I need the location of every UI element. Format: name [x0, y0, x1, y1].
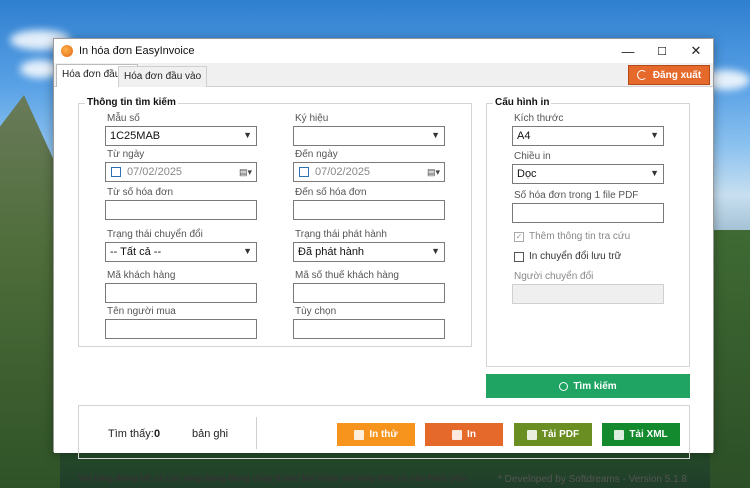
print-button[interactable]: In [425, 423, 503, 446]
paper-size-label: Kích thước [514, 113, 564, 124]
search-button-label: Tìm kiếm [573, 380, 617, 392]
from-date-checkbox[interactable] [111, 167, 121, 177]
from-date-value: 07/02/2025 [127, 166, 183, 178]
converter-input[interactable] [512, 284, 664, 304]
template-select[interactable]: 1C25MAB ▼ [105, 126, 257, 146]
maximize-button[interactable]: ☐ [645, 39, 679, 63]
app-logo-icon [61, 45, 73, 57]
orientation-value: Dọc [517, 168, 537, 180]
symbol-select[interactable]: ▼ [293, 126, 445, 146]
convert-status-select[interactable]: -- Tất cả -- ▼ [105, 242, 257, 262]
logout-button[interactable]: Đăng xuất [628, 65, 710, 85]
divider [256, 417, 257, 449]
window-title: In hóa đơn EasyInvoice [79, 45, 195, 57]
chevron-down-icon: ▼ [243, 246, 252, 256]
to-date-checkbox[interactable] [299, 167, 309, 177]
to-invoice-no-input[interactable] [293, 200, 445, 220]
orientation-select[interactable]: Dọc ▼ [512, 164, 664, 184]
found-unit: bản ghi [192, 428, 229, 440]
per-pdf-input[interactable] [512, 203, 664, 223]
xml-file-icon [614, 429, 625, 440]
title-bar: In hóa đơn EasyInvoice — ☐ ✕ [54, 39, 713, 63]
template-label: Mẫu số [107, 113, 140, 124]
search-button[interactable]: Tìm kiếm [486, 374, 690, 398]
pdf-file-icon [526, 429, 537, 440]
search-group-title: Thông tin tìm kiếm [85, 97, 178, 108]
close-button[interactable]: ✕ [679, 39, 713, 63]
chevron-down-icon: ▼ [650, 130, 659, 140]
tab-strip: Hóa đơn đầu ra Hóa đơn đầu vào [54, 63, 713, 88]
convert-status-value: -- Tất cả -- [110, 246, 162, 258]
buyer-name-label: Tên người mua [107, 306, 176, 317]
minimize-button[interactable]: — [611, 39, 645, 63]
print-archive-label: In chuyển đổi lưu trữ [529, 251, 622, 262]
printer-icon [354, 429, 365, 440]
download-pdf-button[interactable]: Tải PDF [514, 423, 592, 446]
convert-status-label: Trạng thái chuyển đổi [107, 229, 203, 240]
app-window: In hóa đơn EasyInvoice — ☐ ✕ Hóa đơn đầu… [53, 38, 714, 485]
customer-tax-input[interactable] [293, 283, 445, 303]
add-lookup-label: Thêm thông tin tra cứu [529, 231, 631, 242]
per-pdf-label: Số hóa đơn trong 1 file PDF [514, 190, 639, 201]
issue-status-value: Đã phát hành [298, 246, 365, 258]
calendar-icon[interactable]: ▤▾ [239, 167, 252, 178]
search-group: Thông tin tìm kiếm Mẫu số 1C25MAB ▼ Ký h… [78, 97, 472, 347]
option-label: Tùy chọn [295, 306, 337, 317]
from-invoice-no-input[interactable] [105, 200, 257, 220]
print-archive-checkbox[interactable]: In chuyển đổi lưu trữ [514, 251, 621, 262]
to-date-picker[interactable]: 07/02/2025 ▤▾ [293, 162, 445, 182]
chevron-down-icon: ▼ [431, 246, 440, 256]
customer-code-label: Mã khách hàng [107, 270, 176, 281]
print-config-title: Cấu hình in [493, 97, 552, 108]
customer-code-input[interactable] [105, 283, 257, 303]
converter-label: Người chuyển đổi [514, 271, 594, 282]
version-text: * Developed by Softdreams - Version 5.1.… [498, 474, 687, 485]
paper-size-select[interactable]: A4 ▼ [512, 126, 664, 146]
unchecked-box-icon [514, 251, 524, 262]
issue-status-select[interactable]: Đã phát hành ▼ [293, 242, 445, 262]
from-date-picker[interactable]: 07/02/2025 ▤▾ [105, 162, 257, 182]
print-test-button[interactable]: In thử [337, 423, 415, 446]
download-xml-label: Tải XML [629, 429, 668, 440]
print-config-group: Cấu hình in Kích thước A4 ▼ Chiều in Dọc… [486, 97, 690, 367]
from-date-label: Từ ngày [107, 149, 145, 160]
add-lookup-checkbox[interactable]: ✓ Thêm thông tin tra cứu [514, 231, 630, 242]
option-input[interactable] [293, 319, 445, 339]
found-count: 0 [154, 428, 161, 440]
symbol-label: Ký hiệu [295, 113, 329, 124]
print-label: In [467, 429, 476, 440]
main-content: Thông tin tìm kiếm Mẫu số 1C25MAB ▼ Ký h… [54, 87, 713, 485]
download-pdf-label: Tải PDF [541, 429, 580, 440]
search-icon [559, 381, 569, 391]
paper-size-value: A4 [517, 130, 531, 142]
printer-icon [452, 429, 463, 440]
power-icon [636, 70, 647, 80]
to-invoice-no-label: Đến số hóa đơn [295, 187, 367, 198]
download-xml-button[interactable]: Tải XML [602, 423, 680, 446]
chevron-down-icon: ▼ [243, 130, 252, 140]
print-test-label: In thử [369, 429, 398, 440]
issue-status-label: Trạng thái phát hành [295, 229, 387, 240]
background-mountain [710, 230, 750, 488]
checkmark-icon: ✓ [514, 231, 524, 242]
found-label: Tìm thấy: [108, 428, 154, 440]
chevron-down-icon: ▼ [431, 130, 440, 140]
from-invoice-no-label: Từ số hóa đơn [107, 187, 174, 198]
footer-warning: Vui lòng đóng tất cả các ứng dụng đang c… [78, 473, 469, 483]
buyer-name-input[interactable] [105, 319, 257, 339]
to-date-label: Đến ngày [295, 149, 338, 160]
calendar-icon[interactable]: ▤▾ [427, 167, 440, 178]
chevron-down-icon: ▼ [650, 168, 659, 178]
orientation-label: Chiều in [514, 151, 551, 162]
tab-input-invoices[interactable]: Hóa đơn đầu vào [118, 66, 208, 87]
template-value: 1C25MAB [110, 130, 161, 142]
to-date-value: 07/02/2025 [315, 166, 371, 178]
customer-tax-label: Mã số thuế khách hàng [295, 270, 399, 281]
logout-label: Đăng xuất [652, 69, 702, 81]
background-mountain [0, 95, 60, 488]
